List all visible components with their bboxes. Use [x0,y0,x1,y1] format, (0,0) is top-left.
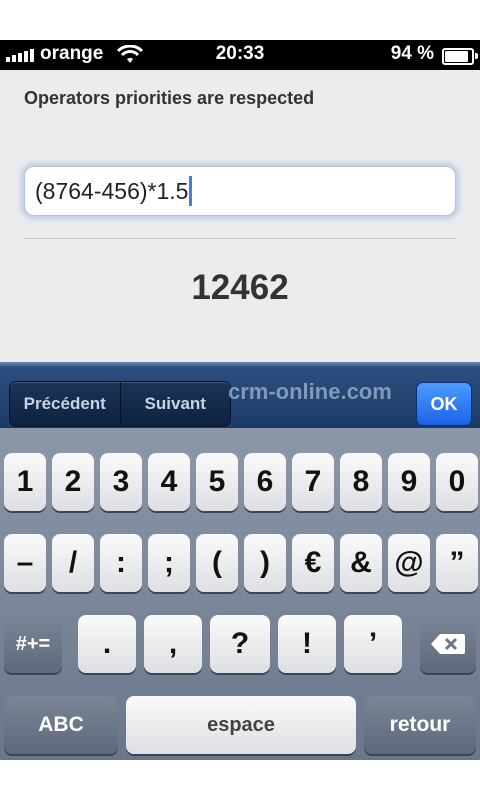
key-1[interactable]: 1 [4,453,46,511]
description-label: Operators priorities are respected [24,88,315,108]
backspace-icon [431,634,465,654]
key-dash[interactable]: – [4,534,46,592]
key-3[interactable]: 3 [100,453,142,511]
ok-button[interactable]: OK [416,382,472,426]
battery-icon [442,48,478,65]
key-close-paren[interactable]: ) [244,534,286,592]
previous-button[interactable]: Précédent [10,382,121,426]
status-bar: orange 20:33 94 % [0,40,480,70]
key-0[interactable]: 0 [436,453,478,511]
key-5[interactable]: 5 [196,453,238,511]
prev-next-segmented-control: Précédent Suivant [9,381,231,427]
key-9[interactable]: 9 [388,453,430,511]
key-open-paren[interactable]: ( [196,534,238,592]
expression-input[interactable]: (8764-456)*1.5 [24,166,456,216]
expression-value: (8764-456)*1.5 [35,177,189,204]
key-period[interactable]: . [78,615,136,673]
key-2[interactable]: 2 [52,453,94,511]
space-key[interactable]: espace [126,696,356,754]
key-8[interactable]: 8 [340,453,382,511]
key-colon[interactable]: : [100,534,142,592]
key-at[interactable]: @ [388,534,430,592]
key-question[interactable]: ? [210,615,270,673]
key-7[interactable]: 7 [292,453,334,511]
key-semicolon[interactable]: ; [148,534,190,592]
key-6[interactable]: 6 [244,453,286,511]
return-key[interactable]: retour [364,696,476,754]
phone-screen: orange 20:33 94 % Operators priorities a… [0,40,480,760]
keyboard: 1 2 3 4 5 6 7 8 9 0 – / : ; ( ) € & @ ” … [0,428,480,760]
key-euro[interactable]: € [292,534,334,592]
key-apostrophe[interactable]: ’ [344,615,402,673]
key-abc[interactable]: ABC [4,696,118,754]
key-exclamation[interactable]: ! [278,615,336,673]
keyboard-toolbar: Précédent Suivant crm-online.com OK [0,362,480,428]
key-ampersand[interactable]: & [340,534,382,592]
next-button[interactable]: Suivant [121,382,231,426]
key-quote[interactable]: ” [436,534,478,592]
watermark: crm-online.com [228,379,392,404]
result-value: 12462 [191,268,289,307]
key-4[interactable]: 4 [148,453,190,511]
text-cursor [189,176,193,206]
divider [24,238,456,239]
battery-percent: 94 % [390,43,434,64]
backspace-key[interactable] [420,615,476,673]
key-slash[interactable]: / [52,534,94,592]
key-symbols-toggle[interactable]: #+= [4,615,62,673]
key-comma[interactable]: , [144,615,202,673]
